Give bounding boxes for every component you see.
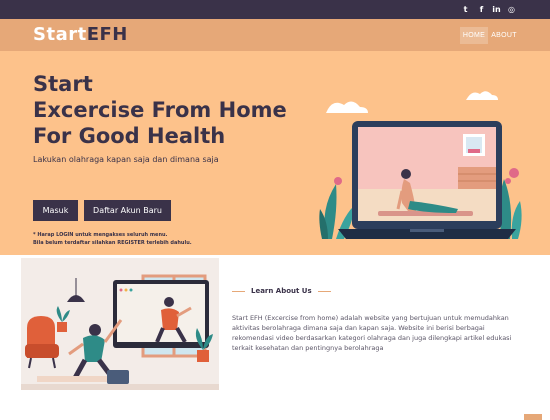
main-navbar: StartEFH HOME ABOUT [0, 19, 550, 51]
about-heading-text: Learn About Us [251, 287, 312, 295]
about-description: Start EFH (Excercise from home) adalah w… [232, 314, 512, 352]
login-button[interactable]: Masuk [33, 200, 78, 221]
login-note: * Harap LOGIN untuk mengakses seluruh me… [33, 231, 192, 247]
hero-section: Start Excercise From Home For Good Healt… [0, 51, 550, 255]
linkedin-icon[interactable]: in [490, 3, 503, 16]
top-social-bar: t f in ◎ [0, 0, 550, 19]
hero-title-line-3: For Good Health [33, 124, 226, 148]
hero-title-line-2: Excercise From Home [33, 98, 287, 122]
twitter-icon[interactable]: t [459, 3, 472, 16]
hero-title-line-1: Start [33, 72, 93, 96]
nav-home-link[interactable]: HOME [460, 27, 488, 44]
register-button[interactable]: Daftar Akun Baru [84, 200, 171, 221]
login-note-line-2: Bila belum terdaftar silahkan REGISTER t… [33, 240, 192, 246]
about-heading: Learn About Us [232, 287, 331, 295]
instagram-icon[interactable]: ◎ [505, 3, 518, 16]
brand-part-start: Start [33, 24, 87, 45]
brand-part-efh: EFH [86, 24, 128, 45]
heading-divider-right [317, 290, 331, 292]
login-note-line-1: * Harap LOGIN untuk mengakses seluruh me… [33, 232, 168, 238]
yoga-laptop-illustration [319, 91, 522, 239]
home-workout-illustration [21, 258, 219, 390]
brand-logo[interactable]: StartEFH [33, 24, 128, 45]
scroll-to-top-button[interactable] [524, 414, 542, 420]
heading-divider-left [232, 290, 245, 292]
facebook-icon[interactable]: f [475, 3, 488, 16]
hero-subtitle: Lakukan olahraga kapan saja dan dimana s… [33, 155, 219, 164]
nav-about-link[interactable]: ABOUT [490, 27, 518, 44]
about-section: Learn About Us Start EFH (Excercise from… [0, 255, 550, 420]
hero-title: Start Excercise From Home For Good Healt… [33, 71, 303, 149]
